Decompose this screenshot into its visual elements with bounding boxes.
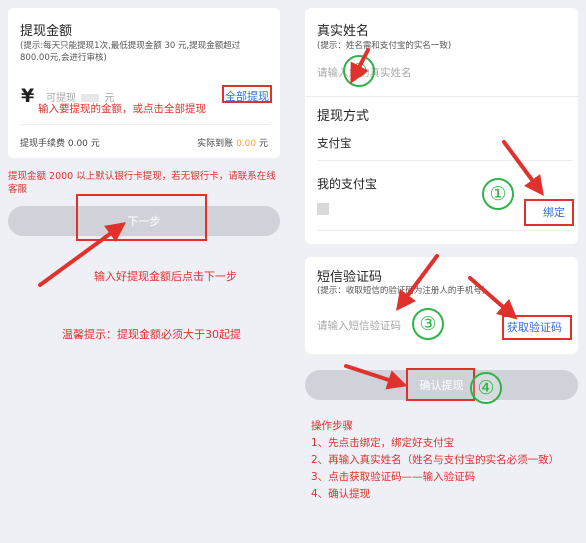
arrow-to-sms-input	[396, 254, 439, 312]
arrow-to-bind-button	[502, 140, 544, 197]
arrow-to-confirm	[344, 364, 408, 390]
arrow-to-get-code	[468, 276, 518, 320]
arrow-to-name-input	[350, 48, 370, 84]
arrow-to-next-button	[38, 222, 127, 287]
annotation-arrows	[38, 48, 544, 390]
